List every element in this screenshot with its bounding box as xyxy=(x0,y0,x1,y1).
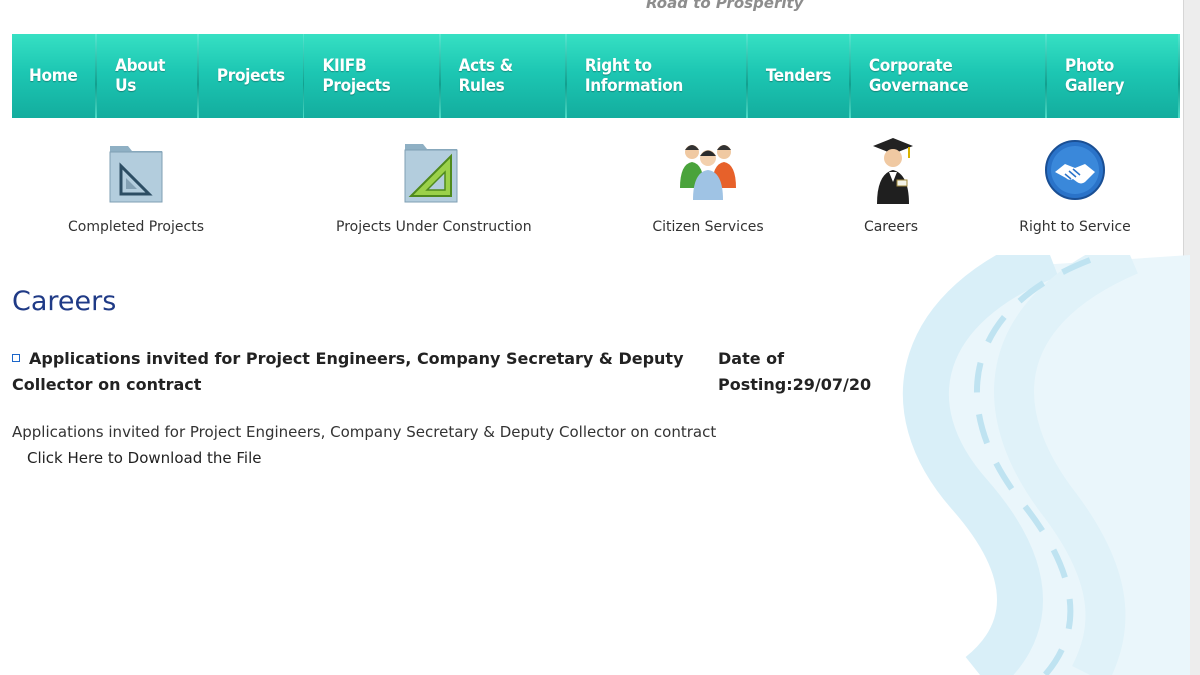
nav-kiifb-projects[interactable]: KIIFB Projects xyxy=(304,34,438,118)
quicklink-completed-projects[interactable]: Completed Projects xyxy=(66,134,206,235)
nav-about-us[interactable]: About Us xyxy=(97,34,197,118)
nav-photo-gallery[interactable]: Photo Gallery xyxy=(1047,34,1178,118)
bullet-icon xyxy=(12,353,20,362)
quicklink-citizen-services[interactable]: Citizen Services xyxy=(644,134,772,235)
nav-corporate-governance[interactable]: Corporate Governance xyxy=(851,34,1046,118)
nav-home[interactable]: Home xyxy=(12,34,95,118)
graduate-icon xyxy=(873,138,913,204)
quicklink-label: Citizen Services xyxy=(652,219,764,235)
quicklink-label: Projects Under Construction xyxy=(336,219,532,235)
posting-date: Date of Posting:29/07/20 xyxy=(718,349,872,394)
quicklink-projects-under-construction[interactable]: Projects Under Construction xyxy=(336,134,532,235)
quicklink-careers[interactable]: Careers xyxy=(848,134,934,235)
career-post-title: Applications invited for Project Enginee… xyxy=(12,346,712,398)
folder-set-square-icon xyxy=(109,146,163,203)
main-nav: Home About Us Projects KIIFB Projects Ac… xyxy=(12,34,1181,118)
site-tagline: Road to Prosperity xyxy=(646,0,804,12)
quicklink-right-to-service[interactable]: Right to Service xyxy=(1014,134,1136,235)
nav-tenders[interactable]: Tenders xyxy=(748,34,849,118)
career-post-title-text: Applications invited for Project Enginee… xyxy=(12,349,684,394)
nav-divider xyxy=(1178,34,1181,118)
people-group-icon xyxy=(680,145,736,200)
quicklink-label: Completed Projects xyxy=(67,219,204,235)
road-background-art xyxy=(902,255,1190,675)
nav-right-to-information[interactable]: Right to Information xyxy=(567,34,746,118)
folder-triangle-ruler-icon xyxy=(404,144,458,203)
quicklink-label: Right to Service xyxy=(1019,219,1131,235)
page-title: Careers xyxy=(12,286,117,317)
handshake-icon xyxy=(1045,140,1105,200)
nav-acts-rules[interactable]: Acts & Rules xyxy=(441,34,566,118)
download-file-link[interactable]: Click Here to Download the File xyxy=(27,449,262,467)
career-post-description: Applications invited for Project Enginee… xyxy=(12,423,717,441)
nav-projects[interactable]: Projects xyxy=(199,34,303,118)
quicklink-label: Careers xyxy=(863,219,919,235)
